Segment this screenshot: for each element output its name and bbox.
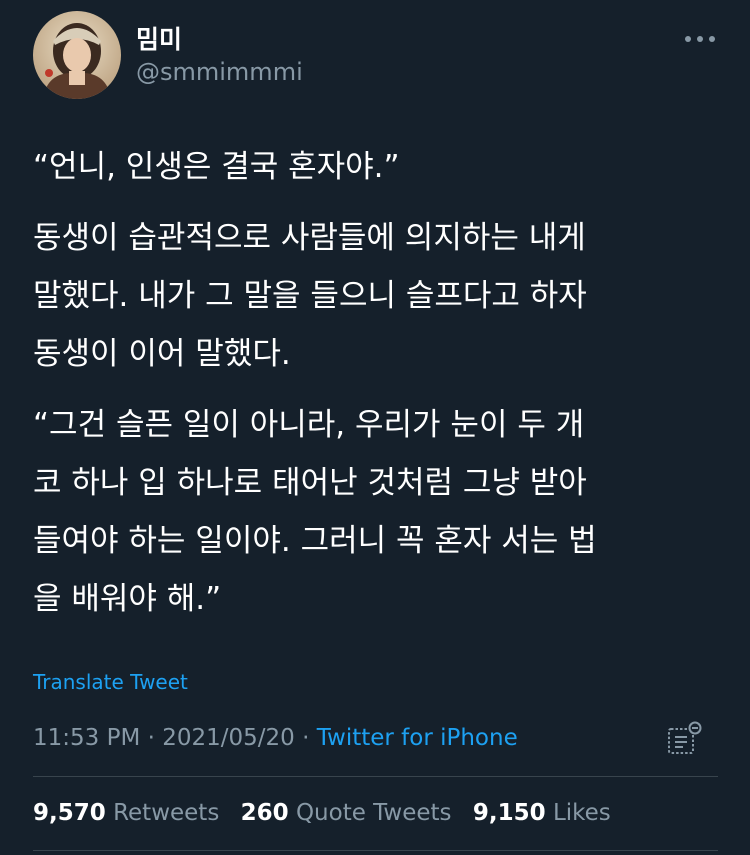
tweet-line: 동생이 이어 말했다. [33, 336, 291, 372]
likes-count: 9,150 [472, 800, 546, 826]
meta-separator: · [147, 725, 155, 751]
tweet-meta: 11:53 PM · 2021/05/20 · Twitter for iPho… [33, 722, 518, 754]
tweet-line: 을 배워야 해.” [33, 581, 222, 617]
divider [33, 850, 718, 851]
more-options-button[interactable] [680, 28, 720, 50]
view-analytics-button[interactable] [665, 720, 705, 760]
retweets-count: 9,570 [33, 800, 106, 826]
tweet-time[interactable]: 11:53 PM [33, 725, 140, 751]
tweet-line: 말했다. 내가 그 말을 들으니 슬프다고 하자 [33, 278, 587, 314]
retweets-stat[interactable]: 9,570 Retweets [33, 797, 219, 829]
quote-tweets-stat[interactable]: 260 Quote Tweets [241, 797, 452, 829]
tweet-line: 들여야 하는 일이야. 그러니 꼭 혼자 서는 법 [33, 523, 597, 559]
tweet-line: “언니, 인생은 결국 혼자야.” [33, 149, 400, 185]
likes-label: Likes [552, 800, 611, 826]
tweet-text: “언니, 인생은 결국 혼자야.” 동생이 습관적으로 사람들에 의지하는 내게… [33, 138, 723, 641]
tweet-line: “그건 슬픈 일이 아니라, 우리가 눈이 두 개 [33, 407, 585, 443]
more-horizontal-icon [685, 36, 715, 42]
quote-tweets-count: 260 [240, 800, 289, 826]
retweets-label: Retweets [113, 800, 220, 826]
divider [33, 776, 718, 777]
tweet-paragraph: “그건 슬픈 일이 아니라, 우리가 눈이 두 개 코 하나 입 하나로 태어난… [33, 396, 723, 628]
display-name[interactable]: 밈미 [136, 25, 182, 55]
tweet-source-link[interactable]: Twitter for iPhone [317, 725, 518, 751]
user-handle[interactable]: @smmimmmi [136, 58, 303, 86]
tweet-line: 코 하나 입 하나로 태어난 것처럼 그냥 받아 [33, 465, 587, 501]
profile-photo [33, 11, 121, 99]
tweet-stats: 9,570 Retweets 260 Quote Tweets 9,150 Li… [33, 797, 625, 829]
likes-stat[interactable]: 9,150 Likes [473, 797, 611, 829]
quote-tweets-label: Quote Tweets [295, 800, 452, 826]
translate-tweet-link[interactable]: Translate Tweet [33, 668, 188, 696]
tweet-line: 동생이 습관적으로 사람들에 의지하는 내게 [33, 220, 586, 256]
analytics-icon [668, 721, 702, 754]
avatar[interactable] [33, 11, 121, 99]
tweet-paragraph: 동생이 습관적으로 사람들에 의지하는 내게 말했다. 내가 그 말을 들으니 … [33, 209, 723, 383]
meta-separator: · [302, 725, 310, 751]
tweet-paragraph: “언니, 인생은 결국 혼자야.” [33, 138, 723, 196]
tweet-date[interactable]: 2021/05/20 [162, 725, 295, 751]
